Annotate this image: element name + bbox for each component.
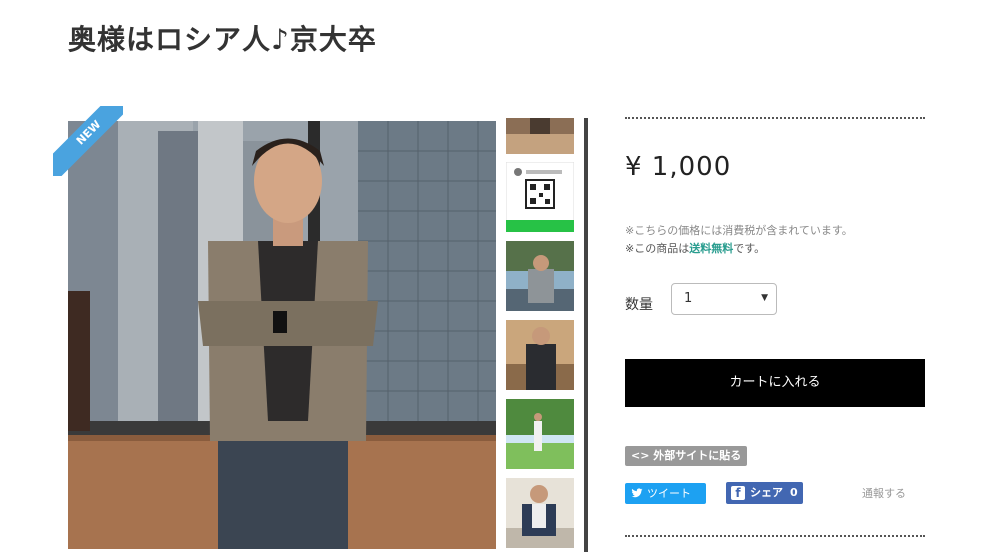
divider-bottom [625, 535, 925, 537]
product-price: ¥ 1,000 [625, 152, 732, 182]
thumbnail[interactable] [506, 320, 574, 390]
free-shipping-label: 送料無料 [689, 242, 734, 255]
shipping-note-suffix: です。 [733, 242, 766, 255]
report-link[interactable]: 通報する [862, 485, 906, 501]
thumbnail-scrollbar[interactable] [584, 118, 588, 552]
thumbnail[interactable] [506, 241, 574, 311]
facebook-icon: f [731, 486, 745, 500]
thumbnail-list[interactable] [506, 118, 578, 552]
thumbnail-image [506, 478, 574, 548]
thumbnail[interactable] [506, 399, 574, 469]
share-count: 0 [790, 486, 798, 499]
thumbnail-scrollbar-thumb[interactable] [584, 118, 588, 552]
share-label: シェア [750, 486, 783, 499]
thumbnail-image [506, 320, 574, 390]
photo-man-by-window [68, 121, 496, 549]
thumbnail[interactable] [506, 162, 574, 232]
add-to-cart-button[interactable]: カートに入れる [625, 359, 925, 407]
thumbnail-image [506, 399, 574, 469]
quantity-select[interactable]: 1 ▼ [671, 283, 777, 315]
thumbnail[interactable] [506, 118, 574, 154]
divider-top [625, 117, 925, 119]
main-product-image[interactable] [68, 121, 496, 549]
quantity-label: 数量 [625, 297, 653, 313]
new-badge-label: NEW [53, 106, 123, 176]
quantity-value: 1 [684, 291, 693, 306]
tweet-label: ツイート [647, 487, 691, 500]
shipping-note-prefix: ※この商品は [625, 242, 690, 255]
page-title: 奥様はロシア人♪京大卒 [68, 23, 377, 56]
thumbnail-qr-image [506, 162, 574, 232]
thumbnail[interactable] [506, 478, 574, 548]
thumbnail-image [506, 241, 574, 311]
twitter-bird-icon [631, 483, 643, 506]
embed-external-site-button[interactable]: <> 外部サイトに貼る [625, 446, 748, 466]
new-badge: NEW [53, 106, 123, 176]
shipping-note: ※この商品は送料無料です。 [625, 240, 765, 256]
tax-note: ※こちらの価格には消費税が含まれています。 [625, 224, 853, 237]
thumbnail-image [506, 118, 574, 154]
chevron-down-icon: ▼ [761, 293, 768, 303]
tweet-button[interactable]: ツイート [625, 483, 706, 504]
facebook-share-button[interactable]: f シェア 0 [726, 482, 803, 504]
